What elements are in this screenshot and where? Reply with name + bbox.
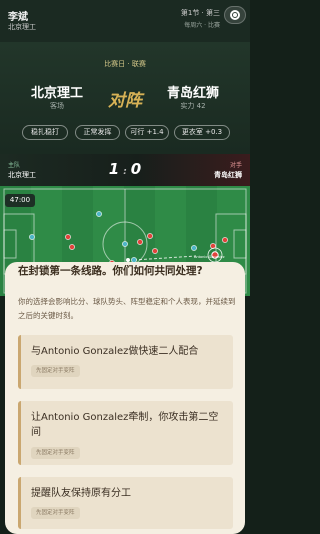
team-left-name: 北京理工	[30, 86, 83, 101]
status-chips: 稳扎稳打 正常发挥 可行 +1.4 更衣室 +0.3	[0, 125, 250, 141]
away-player-marker	[69, 244, 75, 250]
score-away: 0	[130, 160, 142, 178]
option-card[interactable]: 与Antonio Gonzalez做快速二人配合 先固定对手变阵	[18, 335, 233, 389]
match-header: 比赛日 · 联赛 北京理工 客场 对阵 青岛红狮 实力 42 稳扎稳打 正常发挥…	[0, 42, 250, 154]
team-right-sub: 实力 42	[180, 102, 206, 110]
away-team-name: 青岛红狮	[214, 171, 242, 179]
team-right-name: 青岛红狮	[166, 86, 219, 101]
option-badge: 先固定对手变阵	[31, 365, 80, 377]
option-badge: 先固定对手变阵	[31, 447, 80, 459]
away-player-marker	[147, 233, 153, 239]
option-text: 与Antonio Gonzalez做快速二人配合	[31, 346, 199, 357]
status-chip: 正常发挥	[75, 125, 120, 140]
home-team-name: 北京理工	[8, 171, 36, 179]
question-description: 你的选择会影响比分、球队势头、阵型稳定和个人表现，并延续到之后的关键时刻。	[18, 297, 236, 320]
score-home: 1	[108, 160, 120, 178]
home-player-marker	[96, 211, 102, 217]
away-player-marker	[222, 237, 228, 243]
status-chip: 稳扎稳打	[22, 125, 68, 140]
home-player-marker	[191, 245, 197, 251]
status-chip: 更衣室 +0.3	[174, 125, 230, 140]
round-subtitle: 每周六 · 比赛	[184, 22, 220, 29]
top-bar: 李斌 北京理工 第1节 · 第三 每周六 · 比赛	[0, 0, 250, 42]
versus-label: 对阵	[108, 91, 142, 111]
away-player-marker	[152, 248, 158, 254]
status-chip: 可行 +1.4	[125, 125, 169, 140]
decision-card: 在封锁第一条线路。你们如何共同处理? 你的选择会影响比分、球队势头、阵型稳定和个…	[5, 262, 245, 534]
close-capsule-button[interactable]	[224, 6, 246, 24]
away-tag: 对手	[229, 162, 242, 169]
option-text: 让Antonio Gonzalez牵制，你攻击第二空间	[31, 412, 219, 438]
option-text: 提醒队友保持原有分工	[31, 488, 131, 499]
match-tag: 比赛日 · 联赛	[104, 60, 146, 68]
away-player-marker	[137, 239, 143, 245]
round-info: 第1节 · 第三	[180, 9, 220, 17]
score-bar: 主队 北京理工 1:0 对手 青岛红狮	[0, 154, 250, 186]
question-title: 在封锁第一条线路。你们如何共同处理?	[18, 265, 203, 277]
option-card[interactable]: 让Antonio Gonzalez牵制，你攻击第二空间 先固定对手变阵	[18, 401, 233, 465]
home-tag: 主队	[8, 162, 21, 169]
player-label: Antonio Gonzalez	[194, 255, 225, 259]
away-player-marker	[65, 234, 71, 240]
player-school: 北京理工	[8, 23, 36, 31]
option-badge: 先固定对手变阵	[31, 507, 80, 519]
home-player-marker	[29, 234, 35, 240]
match-clock: 47:00	[5, 194, 35, 207]
player-name: 李斌	[8, 12, 28, 23]
team-left-sub: 客场	[50, 102, 64, 110]
option-card[interactable]: 提醒队友保持原有分工 先固定对手变阵	[18, 477, 233, 529]
home-player-marker	[122, 241, 128, 247]
score: 1:0	[108, 160, 142, 178]
